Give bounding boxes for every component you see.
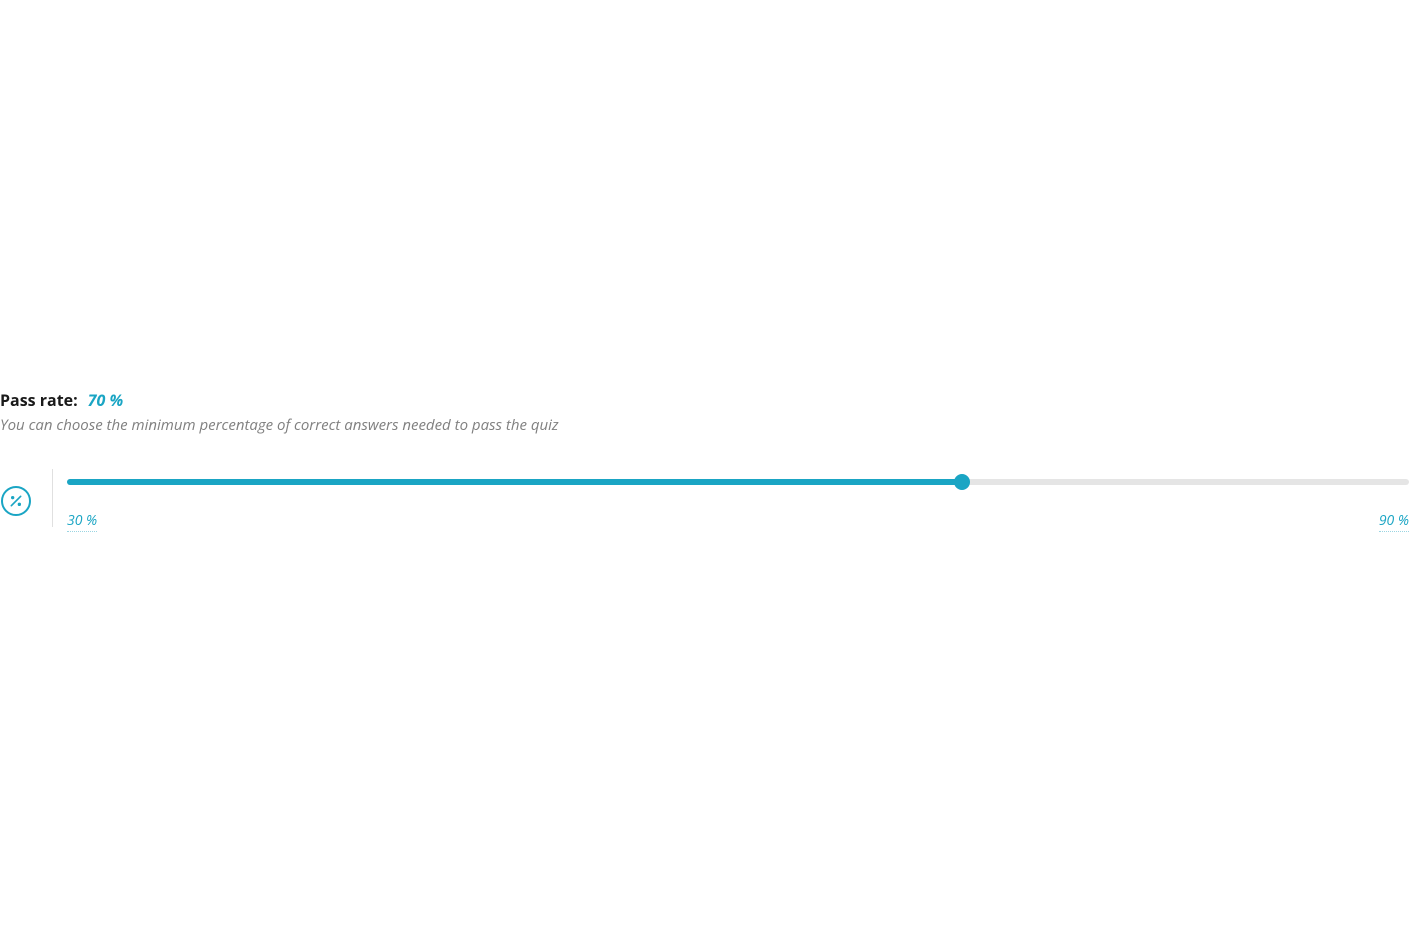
pass-rate-header: Pass rate: 70 % — [0, 389, 1409, 411]
pass-rate-description: You can choose the minimum percentage of… — [0, 415, 1409, 435]
pass-rate-label: Pass rate: — [0, 389, 78, 411]
pass-rate-value: 70 % — [88, 389, 123, 411]
slider-labels: 30 % 90 % — [67, 511, 1409, 532]
vertical-divider — [52, 469, 53, 527]
pass-rate-slider[interactable] — [67, 475, 1409, 489]
slider-max-label[interactable]: 90 % — [1379, 511, 1409, 532]
slider-section: 30 % 90 % — [0, 469, 1409, 532]
slider-min-label[interactable]: 30 % — [67, 511, 97, 532]
pass-rate-section: Pass rate: 70 % You can choose the minim… — [0, 389, 1409, 532]
percent-icon — [0, 485, 32, 517]
slider-column: 30 % 90 % — [67, 469, 1409, 532]
slider-thumb[interactable] — [954, 474, 970, 490]
slider-fill — [67, 479, 962, 485]
